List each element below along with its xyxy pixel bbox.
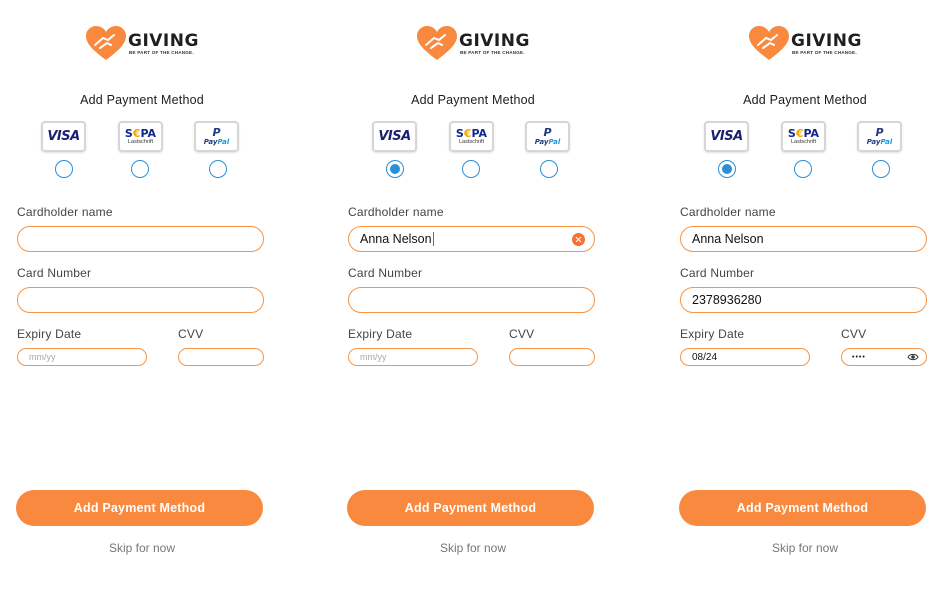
clear-icon[interactable] (572, 233, 585, 246)
card-number-value: 2378936280 (692, 293, 762, 307)
cardholder-label: Cardholder name (348, 205, 444, 219)
visa-logo: VISA (378, 129, 411, 144)
paypal-card-option[interactable]: P PayPal (194, 121, 239, 152)
card-number-input[interactable] (17, 287, 264, 313)
screen-filled: GIVING BE PART OF THE CHANGE. Add Paymen… (667, 0, 943, 608)
radio-visa[interactable] (55, 160, 73, 178)
cardholder-input[interactable]: Anna Nelson (680, 226, 927, 252)
cardholder-input[interactable]: Anna Nelson (348, 226, 595, 252)
sepa-card-option[interactable]: S€PA Lastschrift (449, 121, 494, 152)
cardholder-label: Cardholder name (680, 205, 776, 219)
card-number-input[interactable]: 2378936280 (680, 287, 927, 313)
expiry-label: Expiry Date (17, 327, 82, 341)
visa-card-option[interactable]: VISA (704, 121, 749, 152)
cardholder-input[interactable] (17, 226, 264, 252)
expiry-placeholder: mm/yy (360, 352, 387, 362)
visa-card-option[interactable]: VISA (41, 121, 86, 152)
cvv-masked-value: •••• (852, 353, 866, 361)
add-payment-method-button[interactable]: Add Payment Method (16, 490, 263, 526)
page-title: Add Payment Method (743, 93, 867, 107)
paypal-icon: P (875, 126, 884, 139)
screen-typing-name: GIVING BE PART OF THE CHANGE. Add Paymen… (335, 0, 611, 608)
cvv-label: CVV (841, 327, 867, 341)
cvv-input[interactable] (509, 348, 595, 366)
paypal-logo: PayPal (534, 138, 561, 146)
paypal-logo: PayPal (866, 138, 893, 146)
skip-link[interactable]: Skip for now (335, 541, 611, 555)
screen-empty: GIVING BE PART OF THE CHANGE. Add Paymen… (4, 0, 280, 608)
page-title: Add Payment Method (80, 93, 204, 107)
giving-logo: GIVING BE PART OF THE CHANGE. (749, 26, 869, 64)
expiry-input[interactable]: 08/24 (680, 348, 810, 366)
cardholder-label: Cardholder name (17, 205, 113, 219)
brand-tagline: BE PART OF THE CHANGE. (460, 50, 525, 55)
card-number-label: Card Number (348, 266, 423, 280)
sepa-logo: S€PA (787, 126, 820, 140)
paypal-logo: PayPal (203, 138, 230, 146)
text-caret (432, 232, 434, 246)
expiry-value: 08/24 (692, 351, 718, 363)
heart-hands-icon (417, 26, 457, 60)
add-payment-method-button[interactable]: Add Payment Method (679, 490, 926, 526)
expiry-input[interactable]: mm/yy (17, 348, 147, 366)
visa-card-option[interactable]: VISA (372, 121, 417, 152)
cardholder-value: Anna Nelson (692, 232, 764, 246)
add-payment-method-button[interactable]: Add Payment Method (347, 490, 594, 526)
card-number-label: Card Number (17, 266, 92, 280)
card-number-input[interactable] (348, 287, 595, 313)
heart-hands-icon (749, 26, 789, 60)
card-number-label: Card Number (680, 266, 755, 280)
cardholder-value: Anna Nelson (360, 232, 432, 246)
visa-logo: VISA (47, 129, 80, 144)
brand-name: GIVING (791, 31, 862, 51)
radio-sepa[interactable] (462, 160, 480, 178)
expiry-input[interactable]: mm/yy (348, 348, 478, 366)
cvv-input[interactable]: •••• (841, 348, 927, 366)
sepa-logo: S€PA (455, 126, 488, 140)
paypal-card-option[interactable]: P PayPal (857, 121, 902, 152)
radio-paypal[interactable] (540, 160, 558, 178)
brand-name: GIVING (459, 31, 530, 51)
radio-paypal[interactable] (209, 160, 227, 178)
brand-tagline: BE PART OF THE CHANGE. (792, 50, 857, 55)
cvv-label: CVV (509, 327, 535, 341)
expiry-label: Expiry Date (348, 327, 413, 341)
page-title: Add Payment Method (411, 93, 535, 107)
expiry-placeholder: mm/yy (29, 352, 56, 362)
cvv-input[interactable] (178, 348, 264, 366)
sepa-logo: S€PA (124, 126, 157, 140)
skip-link[interactable]: Skip for now (4, 541, 280, 555)
sepa-card-option[interactable]: S€PA Lastschrift (781, 121, 826, 152)
expiry-label: Expiry Date (680, 327, 745, 341)
sepa-sub-label: Lastschrift (458, 138, 485, 145)
giving-logo: GIVING BE PART OF THE CHANGE. (86, 26, 206, 64)
paypal-icon: P (212, 126, 221, 139)
cvv-label: CVV (178, 327, 204, 341)
paypal-icon: P (543, 126, 552, 139)
giving-logo: GIVING BE PART OF THE CHANGE. (417, 26, 537, 64)
paypal-card-option[interactable]: P PayPal (525, 121, 570, 152)
radio-visa[interactable] (718, 160, 736, 178)
visa-logo: VISA (710, 129, 743, 144)
eye-icon[interactable] (907, 352, 919, 362)
radio-visa[interactable] (386, 160, 404, 178)
skip-link[interactable]: Skip for now (667, 541, 943, 555)
radio-paypal[interactable] (872, 160, 890, 178)
brand-name: GIVING (128, 31, 199, 51)
sepa-sub-label: Lastschrift (127, 138, 154, 145)
heart-hands-icon (86, 26, 126, 60)
brand-tagline: BE PART OF THE CHANGE. (129, 50, 194, 55)
sepa-card-option[interactable]: S€PA Lastschrift (118, 121, 163, 152)
radio-sepa[interactable] (794, 160, 812, 178)
radio-sepa[interactable] (131, 160, 149, 178)
sepa-sub-label: Lastschrift (790, 138, 817, 145)
